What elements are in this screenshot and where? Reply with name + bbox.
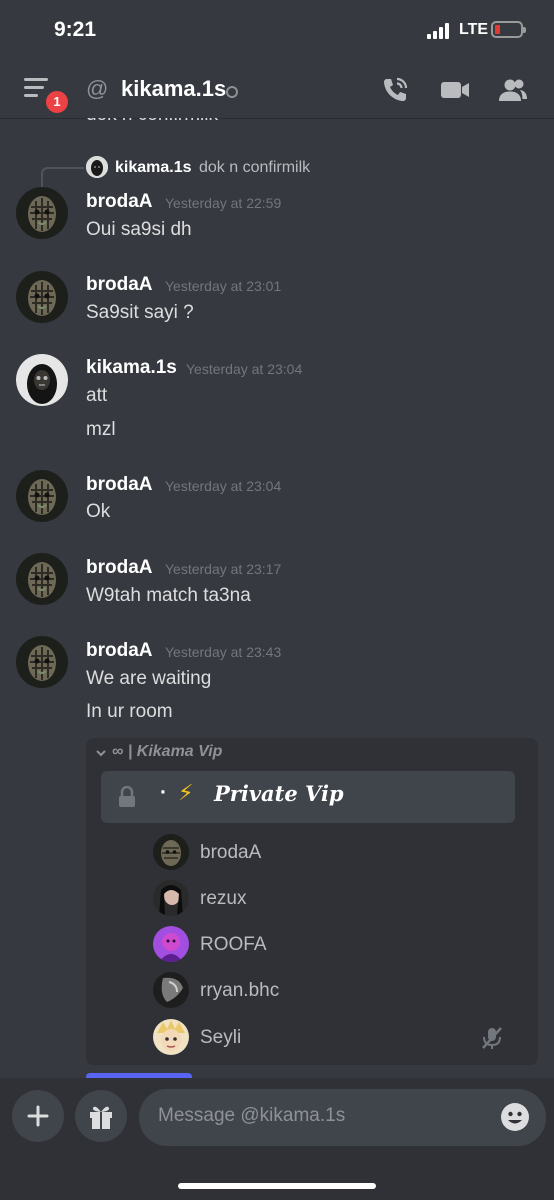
- message-input-placeholder: Message @kikama.1s: [158, 1105, 346, 1126]
- message-text[interactable]: In ur room: [86, 701, 173, 723]
- member-avatar[interactable]: [153, 926, 189, 962]
- dm-header: 1 @ kikama.1s: [0, 62, 554, 119]
- gift-icon: [90, 1106, 112, 1129]
- message-text[interactable]: We are waiting: [86, 668, 211, 690]
- offline-status-icon: [226, 86, 238, 98]
- reply-username[interactable]: kikama.1s: [115, 159, 192, 177]
- gift-button[interactable]: [75, 1090, 127, 1142]
- muted-mic-icon: [482, 1027, 502, 1049]
- member-avatar[interactable]: [153, 834, 189, 870]
- voice-call-icon[interactable]: [380, 75, 410, 105]
- signal-icon: [427, 23, 453, 39]
- message-text[interactable]: att: [86, 385, 107, 407]
- message-username[interactable]: kikama.1s: [86, 357, 177, 379]
- message-username[interactable]: brodaA: [86, 274, 153, 296]
- message-timestamp: Yesterday at 22:59: [165, 195, 282, 211]
- home-indicator[interactable]: [178, 1183, 376, 1189]
- member-avatar[interactable]: [153, 972, 189, 1008]
- avatar[interactable]: [16, 187, 68, 239]
- reply-avatar: [86, 156, 108, 178]
- lightning-icon: ⚡: [178, 780, 194, 805]
- members-icon[interactable]: [498, 75, 528, 105]
- message-username[interactable]: brodaA: [86, 557, 153, 579]
- avatar[interactable]: [16, 636, 68, 688]
- add-attachment-button[interactable]: [12, 1090, 64, 1142]
- message-text[interactable]: mzl: [86, 419, 116, 441]
- member-name[interactable]: rezux: [200, 888, 246, 910]
- message-username[interactable]: brodaA: [86, 191, 153, 213]
- plus-icon: [27, 1105, 49, 1127]
- status-bar: 9:21 LTE: [0, 0, 554, 62]
- message-timestamp: Yesterday at 23:04: [165, 478, 282, 494]
- message-username[interactable]: brodaA: [86, 474, 153, 496]
- reply-spine: [41, 167, 84, 188]
- message-timestamp: Yesterday at 23:04: [186, 361, 303, 377]
- channel-name[interactable]: Private Vip: [214, 781, 344, 806]
- member-name[interactable]: brodaA: [200, 842, 261, 864]
- message-text[interactable]: Oui sa9si dh: [86, 219, 192, 241]
- network-label: LTE: [459, 21, 489, 38]
- member-name[interactable]: rryan.bhc: [200, 980, 279, 1002]
- reply-text[interactable]: dok n confirmilk: [199, 159, 310, 177]
- battery-icon: [491, 21, 526, 38]
- avatar[interactable]: [16, 470, 68, 522]
- member-avatar[interactable]: [153, 1019, 189, 1055]
- video-call-icon[interactable]: [440, 75, 470, 105]
- member-avatar[interactable]: [153, 880, 189, 916]
- lock-icon: [119, 786, 135, 807]
- chevron-down-icon[interactable]: [95, 747, 107, 759]
- message-username[interactable]: brodaA: [86, 640, 153, 662]
- message-timestamp: Yesterday at 23:01: [165, 278, 282, 294]
- dm-title[interactable]: kikama.1s: [121, 76, 226, 102]
- notification-badge: 1: [43, 88, 71, 116]
- member-name[interactable]: ROOFA: [200, 934, 267, 956]
- emoji-icon[interactable]: [500, 1102, 530, 1132]
- avatar[interactable]: [16, 553, 68, 605]
- member-name[interactable]: Seyli: [200, 1027, 241, 1049]
- avatar[interactable]: [16, 271, 68, 323]
- message-timestamp: Yesterday at 23:43: [165, 644, 282, 660]
- status-time: 9:21: [54, 18, 97, 41]
- at-icon: @: [86, 76, 109, 101]
- server-name: ∞ | Kikama Vip: [112, 743, 223, 760]
- message-text[interactable]: Sa9sit sayi ?: [86, 302, 194, 324]
- message-text[interactable]: W9tah match ta3na: [86, 585, 251, 607]
- channel-prefix: ·: [160, 781, 167, 804]
- message-text[interactable]: Ok: [86, 501, 110, 523]
- message-timestamp: Yesterday at 23:17: [165, 561, 282, 577]
- avatar[interactable]: [16, 354, 68, 406]
